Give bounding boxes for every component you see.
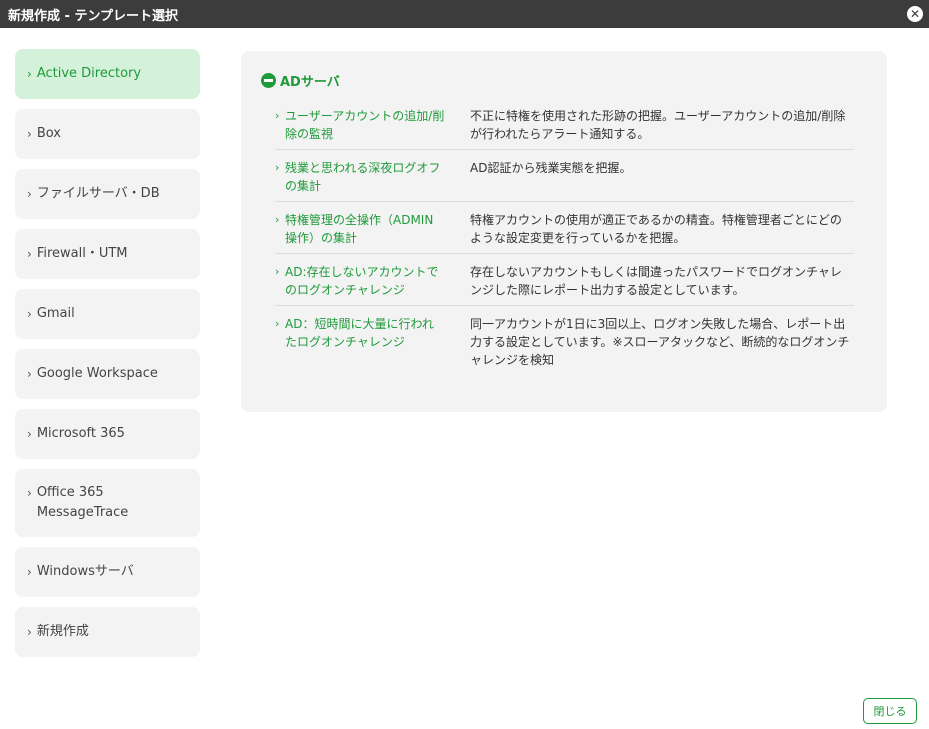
chevron-right-icon: › (27, 67, 32, 81)
template-name: AD：短時間に大量に行われたログオンチャレンジ (285, 317, 434, 349)
template-name: 特権管理の全操作（ADMIN操作）の集計 (285, 213, 434, 245)
sidebar-item-microsoft-365[interactable]: › Microsoft 365 (15, 409, 200, 459)
template-row: › AD:存在しないアカウントでのログオンチャレンジ 存在しないアカウントもしく… (275, 254, 854, 306)
template-link[interactable]: › AD:存在しないアカウントでのログオンチャレンジ (275, 263, 470, 299)
sidebar-item-label: Firewall・UTM (36, 246, 128, 261)
chevron-right-icon: › (27, 247, 32, 261)
sidebar-item-firewall-utm[interactable]: › Firewall・UTM (15, 229, 200, 279)
template-link[interactable]: › AD：短時間に大量に行われたログオンチャレンジ (275, 315, 470, 369)
template-name: ユーザーアカウントの追加/削除の監視 (285, 109, 445, 141)
window-title: 新規作成 - テンプレート選択 (8, 8, 179, 24)
sidebar-item-google-workspace[interactable]: › Google Workspace (15, 349, 200, 399)
close-icon[interactable]: ✕ (907, 6, 923, 22)
template-description: 同一アカウントが1日に3回以上、ログオン失敗した場合、レポート出力する設定として… (470, 317, 850, 367)
sidebar-item-box[interactable]: › Box (15, 109, 200, 159)
sidebar-item-windows-server[interactable]: › Windowsサーバ (15, 547, 200, 597)
sidebar-item-label: Box (36, 126, 61, 141)
template-link[interactable]: › ユーザーアカウントの追加/削除の監視 (275, 107, 470, 143)
template-description: AD認証から残業実態を把握。 (470, 161, 632, 175)
collapse-minus-icon[interactable] (261, 73, 276, 88)
section-title: ADサーバ (280, 75, 340, 90)
chevron-right-icon: › (275, 317, 280, 330)
template-row: › 残業と思われる深夜ログオフの集計 AD認証から残業実態を把握。 (275, 150, 854, 202)
template-description: 不正に特権を使用された形跡の把握。ユーザーアカウントの追加/削除が行われたらアラ… (470, 109, 846, 141)
template-row: › 特権管理の全操作（ADMIN操作）の集計 特権アカウントの使用が適正であるか… (275, 202, 854, 254)
sidebar-item-file-server-db[interactable]: › ファイルサーバ・DB (15, 169, 200, 219)
chevron-right-icon: › (27, 127, 32, 141)
sidebar-item-label: ファイルサーバ・DB (36, 186, 160, 201)
template-description: 特権アカウントの使用が適正であるかの精査。特権管理者ごとにどのような設定変更を行… (470, 213, 842, 245)
template-list-panel: ADサーバ › ユーザーアカウントの追加/削除の監視 不正に特権を使用された形跡… (241, 51, 887, 412)
template-rows: › ユーザーアカウントの追加/削除の監視 不正に特権を使用された形跡の把握。ユー… (275, 98, 854, 375)
close-button[interactable]: 閉じる (863, 698, 917, 724)
sidebar-item-office-365-messagetrace[interactable]: › Office 365 MessageTrace (15, 469, 200, 537)
sidebar-item-label: 新規作成 (36, 624, 89, 639)
chevron-right-icon: › (275, 213, 280, 226)
sidebar-item-active-directory[interactable]: › Active Directory (15, 49, 200, 99)
sidebar-item-label: Office 365 MessageTrace (36, 485, 129, 520)
template-name: AD:存在しないアカウントでのログオンチャレンジ (285, 265, 439, 297)
sidebar-item-new[interactable]: › 新規作成 (15, 607, 200, 657)
chevron-right-icon: › (275, 161, 280, 174)
chevron-right-icon: › (27, 307, 32, 321)
sidebar-item-label: Microsoft 365 (36, 426, 125, 441)
sidebar-item-gmail[interactable]: › Gmail (15, 289, 200, 339)
chevron-right-icon: › (27, 367, 32, 381)
chevron-right-icon: › (27, 565, 32, 579)
template-description: 存在しないアカウントもしくは間違ったパスワードでログオンチャレンジした際にレポー… (470, 265, 842, 297)
chevron-right-icon: › (27, 486, 32, 500)
template-category-sidebar: › Active Directory › Box › ファイルサーバ・DB › … (15, 49, 200, 667)
template-link[interactable]: › 残業と思われる深夜ログオフの集計 (275, 159, 470, 195)
chevron-right-icon: › (275, 265, 280, 278)
template-row: › ユーザーアカウントの追加/削除の監視 不正に特権を使用された形跡の把握。ユー… (275, 98, 854, 150)
sidebar-item-label: Active Directory (36, 66, 142, 81)
template-row: › AD：短時間に大量に行われたログオンチャレンジ 同一アカウントが1日に3回以… (275, 306, 854, 375)
template-link[interactable]: › 特権管理の全操作（ADMIN操作）の集計 (275, 211, 470, 247)
section-header[interactable]: ADサーバ (261, 71, 854, 90)
template-name: 残業と思われる深夜ログオフの集計 (285, 161, 441, 193)
chevron-right-icon: › (27, 625, 32, 639)
chevron-right-icon: › (27, 187, 32, 201)
sidebar-item-label: Gmail (36, 306, 75, 321)
sidebar-item-label: Windowsサーバ (36, 564, 134, 579)
sidebar-item-label: Google Workspace (36, 366, 158, 381)
chevron-right-icon: › (27, 427, 32, 441)
window-titlebar: 新規作成 - テンプレート選択 ✕ (0, 0, 929, 28)
chevron-right-icon: › (275, 109, 280, 122)
